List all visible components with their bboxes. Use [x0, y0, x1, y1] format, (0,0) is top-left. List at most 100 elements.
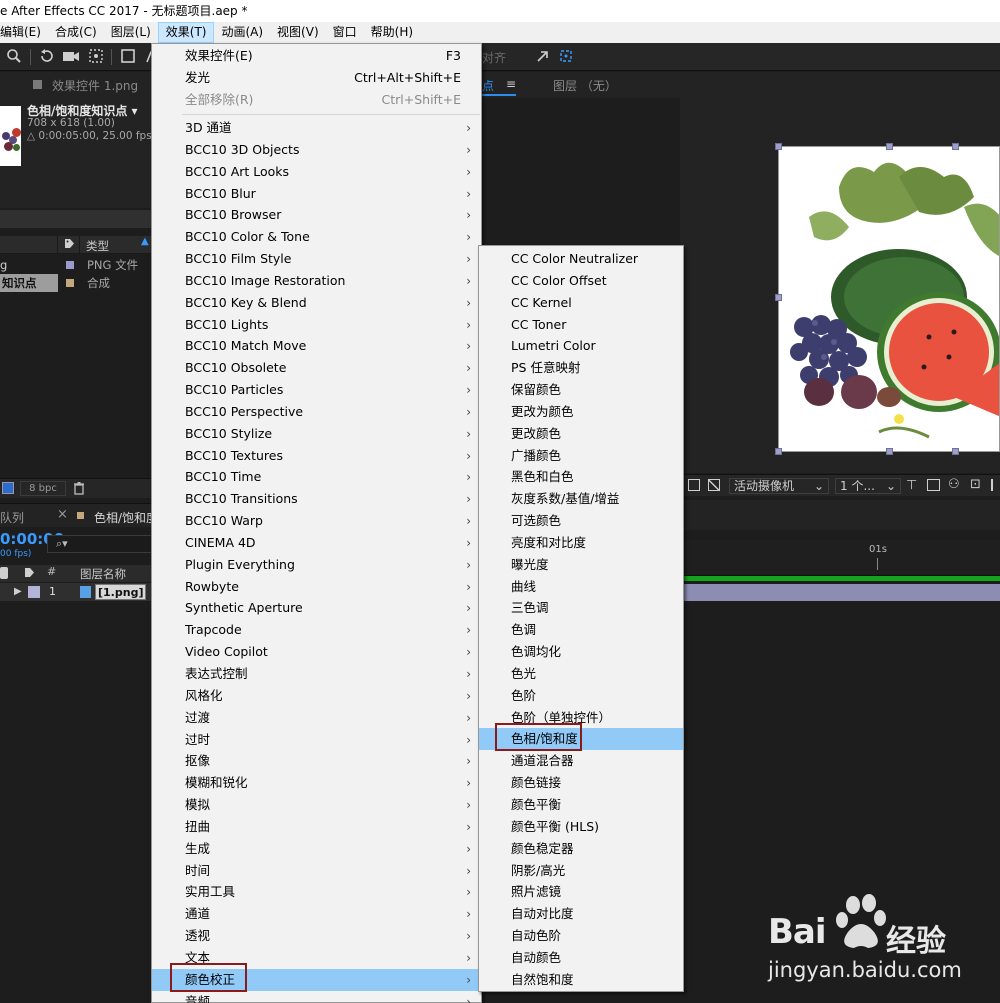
color-correction-effect-item[interactable]: 自动颜色 — [479, 947, 683, 969]
work-area-bar[interactable] — [683, 576, 1000, 581]
effect-category-item[interactable]: Plugin Everything › — [152, 554, 481, 576]
label-tag-icon[interactable] — [24, 567, 35, 581]
effect-category-item[interactable]: 模糊和锐化 › — [152, 772, 481, 794]
effect-category-item[interactable]: 音频 › — [152, 991, 481, 1003]
menu-composition[interactable]: 合成(C) — [48, 22, 104, 43]
effect-category-item[interactable]: 抠像 › — [152, 750, 481, 772]
menu-help[interactable]: 帮助(H) — [364, 22, 420, 43]
transform-handle[interactable] — [952, 448, 959, 455]
transform-handle[interactable] — [775, 294, 782, 301]
panel-menu-icon[interactable]: ≡ — [506, 77, 516, 91]
color-correction-effect-item[interactable]: CC Kernel — [479, 292, 683, 314]
effect-category-item[interactable]: BCC10 Film Style › — [152, 248, 481, 270]
effect-menu-item[interactable]: 效果控件(E) F3 — [152, 45, 481, 67]
toggle-pixel-icon[interactable]: ⊤ — [906, 478, 917, 493]
rectangle-tool-icon[interactable] — [119, 48, 137, 66]
layer-name[interactable]: [1.png] — [95, 584, 147, 600]
effect-category-item[interactable]: BCC10 Stylize › — [152, 423, 481, 445]
label-color-swatch[interactable] — [28, 586, 40, 598]
views-select[interactable]: 1 个... ⌄ — [835, 478, 901, 494]
transform-handle[interactable] — [886, 143, 893, 150]
color-correction-effect-item[interactable]: 阴影/高光 — [479, 860, 683, 882]
effect-menu-item[interactable]: 发光 Ctrl+Alt+Shift+E — [152, 67, 481, 89]
effect-category-item[interactable]: 模拟 › — [152, 794, 481, 816]
transform-handle[interactable] — [952, 143, 959, 150]
effect-category-item[interactable]: BCC10 Transitions › — [152, 488, 481, 510]
tab-effect-controls[interactable]: 效果控件 1.png — [52, 77, 138, 94]
effect-category-item[interactable]: 过渡 › — [152, 707, 481, 729]
effect-category-item[interactable]: Video Copilot › — [152, 641, 481, 663]
effect-category-item[interactable]: 生成 › — [152, 838, 481, 860]
effect-category-item[interactable]: 扭曲 › — [152, 816, 481, 838]
flowchart-view-icon[interactable]: ⚇ — [948, 477, 960, 492]
label-color-swatch[interactable] — [66, 279, 74, 287]
effect-category-item[interactable]: BCC10 Obsolete › — [152, 357, 481, 379]
effect-category-item[interactable]: 透视 › — [152, 925, 481, 947]
color-correction-effect-item[interactable]: 黑色和白色 — [479, 466, 683, 488]
effect-category-item[interactable]: BCC10 Particles › — [152, 379, 481, 401]
effect-category-item[interactable]: BCC10 Browser › — [152, 204, 481, 226]
tab-composition-timeline[interactable]: 色相/饱和度 — [94, 509, 158, 526]
effect-category-item[interactable]: 表达式控制 › — [152, 663, 481, 685]
color-correction-effect-item[interactable]: 照片滤镜 — [479, 881, 683, 903]
3d-draft-icon[interactable] — [688, 479, 700, 491]
transform-handle[interactable] — [775, 448, 782, 455]
project-item-png[interactable]: g PNG 文件 — [0, 256, 152, 274]
flowchart-icon[interactable] — [2, 482, 14, 494]
reset-exposure-icon[interactable] — [927, 479, 940, 491]
effect-category-item[interactable]: BCC10 Textures › — [152, 445, 481, 467]
effect-category-item[interactable]: BCC10 Perspective › — [152, 401, 481, 423]
color-correction-effect-item[interactable]: 更改为颜色 — [479, 401, 683, 423]
close-tab-icon[interactable]: × — [57, 507, 68, 522]
color-correction-effect-item[interactable]: 色调均化 — [479, 641, 683, 663]
effect-category-item[interactable]: 3D 通道 › — [152, 117, 481, 139]
effect-category-item[interactable]: BCC10 3D Objects › — [152, 139, 481, 161]
menu-effect[interactable]: 效果(T) — [157, 22, 215, 43]
effect-category-item[interactable]: BCC10 Match Move › — [152, 335, 481, 357]
color-correction-effect-item[interactable]: 色光 — [479, 663, 683, 685]
color-correction-effect-item[interactable]: 保留颜色 — [479, 379, 683, 401]
color-correction-effect-item[interactable]: CC Toner — [479, 314, 683, 336]
bit-depth-button[interactable]: 8 bpc — [20, 481, 66, 496]
color-correction-effect-item[interactable]: 色阶 — [479, 685, 683, 707]
tab-composition[interactable]: 点 — [482, 77, 494, 94]
color-correction-effect-item[interactable]: 曝光度 — [479, 554, 683, 576]
snapping-label[interactable]: 对齐 — [482, 49, 506, 66]
color-correction-effect-item[interactable]: 颜色平衡 (HLS) — [479, 816, 683, 838]
effect-category-item[interactable]: BCC10 Lights › — [152, 314, 481, 336]
menu-layer[interactable]: 图层(L) — [104, 22, 158, 43]
transparency-grid-icon[interactable] — [708, 479, 720, 491]
effect-category-item[interactable]: BCC10 Time › — [152, 466, 481, 488]
zoom-tool-icon[interactable] — [5, 48, 23, 66]
effect-category-item[interactable]: BCC10 Art Looks › — [152, 161, 481, 183]
menu-edit[interactable]: 编辑(E) — [0, 22, 48, 43]
expand-arrow-icon[interactable]: ▶ — [14, 583, 22, 601]
label-color-swatch[interactable] — [66, 261, 74, 269]
effect-category-item[interactable]: BCC10 Key & Blend › — [152, 292, 481, 314]
menu-window[interactable]: 窗口 — [326, 22, 364, 43]
sort-arrow-icon[interactable]: ▲ — [141, 236, 149, 247]
menu-view[interactable]: 视图(V) — [270, 22, 326, 43]
effect-category-item[interactable]: BCC10 Blur › — [152, 183, 481, 205]
tab-render-queue[interactable]: 队列 — [0, 509, 24, 526]
layer-duration-bar[interactable] — [683, 584, 1000, 601]
snap-arrow-icon[interactable] — [534, 48, 552, 66]
rotate-tool-icon[interactable] — [38, 48, 56, 66]
timeline-layer-row[interactable]: ▶ 1 [1.png] — [0, 583, 152, 601]
effect-category-item[interactable]: 过时 › — [152, 729, 481, 751]
effect-category-item[interactable]: BCC10 Image Restoration › — [152, 270, 481, 292]
color-correction-effect-item[interactable]: 更改颜色 — [479, 423, 683, 445]
color-correction-effect-item[interactable]: 通道混合器 — [479, 750, 683, 772]
effect-category-item[interactable]: Rowbyte › — [152, 576, 481, 598]
effect-category-item[interactable]: Trapcode › — [152, 619, 481, 641]
color-correction-effect-item[interactable]: 自然饱和度 — [479, 969, 683, 991]
effect-category-item[interactable]: BCC10 Warp › — [152, 510, 481, 532]
color-correction-effect-item[interactable]: 颜色平衡 — [479, 794, 683, 816]
effect-category-item[interactable]: BCC10 Color & Tone › — [152, 226, 481, 248]
layer-name-column-header[interactable]: 图层名称 — [80, 566, 126, 582]
transform-handle[interactable] — [775, 143, 782, 150]
effect-category-item[interactable]: 风格化 › — [152, 685, 481, 707]
camera-view-select[interactable]: 活动摄像机 ⌄ — [729, 478, 829, 494]
color-correction-effect-item[interactable]: CC Color Neutralizer — [479, 248, 683, 270]
color-correction-effect-item[interactable]: 颜色稳定器 — [479, 838, 683, 860]
